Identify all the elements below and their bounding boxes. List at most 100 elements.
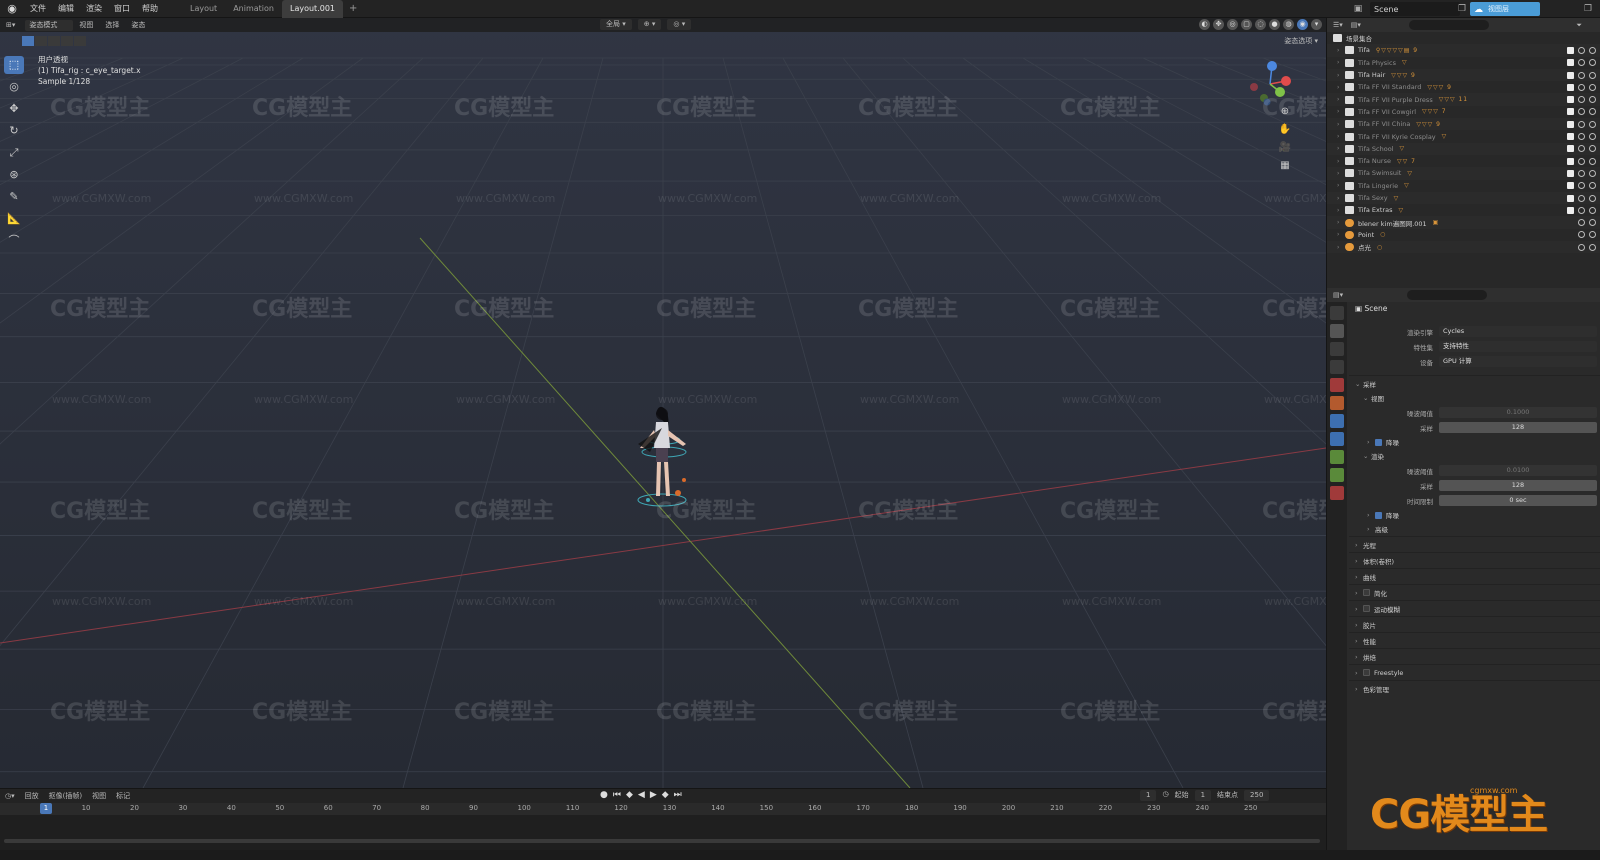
- measure-tool-icon[interactable]: 📐: [4, 210, 24, 228]
- section-collapsed[interactable]: › 色彩管理: [1349, 680, 1600, 696]
- render-camera-icon[interactable]: [1589, 96, 1596, 104]
- render-camera-icon[interactable]: [1589, 219, 1596, 227]
- section-collapsed[interactable]: › Freestyle: [1349, 664, 1600, 680]
- current-frame-field[interactable]: 1: [1140, 790, 1157, 801]
- exclude-checkbox[interactable]: [1567, 206, 1574, 214]
- scene-tab-icon[interactable]: [1330, 378, 1344, 392]
- eye-icon[interactable]: [1578, 71, 1585, 79]
- exclude-checkbox[interactable]: [1567, 194, 1574, 202]
- annotate-tool-icon[interactable]: ✎: [4, 188, 24, 206]
- menu-keying[interactable]: 抠像(插帧): [44, 791, 87, 801]
- play-icon[interactable]: ▶: [650, 790, 657, 800]
- expand-arrow-icon[interactable]: ›: [1337, 84, 1345, 91]
- render-engine-dropdown[interactable]: Cycles: [1439, 326, 1597, 337]
- eye-icon[interactable]: [1578, 169, 1585, 177]
- camera-view-icon[interactable]: 🎥: [1278, 142, 1292, 160]
- outliner-item[interactable]: › blener kim遍图网.001 ▣: [1327, 216, 1600, 229]
- eye-icon[interactable]: [1578, 219, 1585, 227]
- section-checkbox[interactable]: [1363, 589, 1370, 596]
- expand-arrow-icon[interactable]: ›: [1337, 121, 1345, 128]
- eye-icon[interactable]: [1578, 145, 1585, 153]
- section-collapsed[interactable]: › 性能: [1349, 632, 1600, 648]
- outliner-editor-type-icon[interactable]: ☰▾: [1333, 21, 1343, 29]
- select-extend-icon[interactable]: [35, 36, 47, 46]
- timeline-body[interactable]: [0, 815, 1326, 851]
- section-sampling[interactable]: ⌄ 采样: [1349, 375, 1600, 391]
- section-checkbox[interactable]: [1363, 669, 1370, 676]
- section-collapsed[interactable]: › 体积(卷积): [1349, 552, 1600, 568]
- render-samples-field[interactable]: 128: [1439, 480, 1597, 491]
- expand-arrow-icon[interactable]: ›: [1337, 158, 1345, 165]
- scale-tool-icon[interactable]: ⤢: [4, 144, 24, 162]
- select-box-tool-icon[interactable]: ⬚: [4, 56, 24, 74]
- add-workspace-button[interactable]: +: [343, 3, 363, 14]
- bone-roll-tool-icon[interactable]: ⌒: [4, 232, 24, 250]
- timeline-scrollbar[interactable]: [4, 839, 1320, 843]
- view-layer-selector[interactable]: ☁ 视图层: [1470, 2, 1540, 16]
- render-camera-icon[interactable]: [1589, 145, 1596, 153]
- eye-icon[interactable]: [1578, 243, 1585, 251]
- outliner-item[interactable]: › Tifa Nurse ▽▽ 7: [1327, 155, 1600, 167]
- render-camera-icon[interactable]: [1589, 133, 1596, 141]
- tab-layout[interactable]: Layout: [182, 0, 225, 18]
- proportional-dropdown[interactable]: ◎ ▾: [667, 19, 692, 30]
- display-mode-icon[interactable]: ▤▾: [1351, 21, 1361, 29]
- expand-arrow-icon[interactable]: ›: [1337, 231, 1345, 238]
- ortho-grid-icon[interactable]: ▦: [1278, 160, 1292, 178]
- viewport-denoise-toggle[interactable]: › 降噪: [1349, 435, 1600, 449]
- expand-arrow-icon[interactable]: ›: [1337, 207, 1345, 214]
- feature-set-dropdown[interactable]: 支持特性: [1439, 341, 1597, 352]
- exclude-checkbox[interactable]: [1567, 83, 1574, 91]
- section-checkbox[interactable]: [1363, 605, 1370, 612]
- expand-arrow-icon[interactable]: ›: [1337, 108, 1345, 115]
- texture-tab-icon[interactable]: [1330, 486, 1344, 500]
- menu-pose[interactable]: 姿态: [125, 20, 151, 30]
- timeline-editor-type-icon[interactable]: ◷▾: [0, 792, 20, 800]
- outliner-item[interactable]: › Tifa ⚲▽▽▽▽▤ 9: [1327, 44, 1600, 57]
- render-camera-icon[interactable]: [1589, 157, 1596, 165]
- outliner-root[interactable]: 场景集合: [1327, 32, 1600, 44]
- snap-dropdown[interactable]: ⊕ ▾: [637, 19, 662, 30]
- output-tab-icon[interactable]: [1330, 342, 1344, 356]
- exclude-checkbox[interactable]: [1567, 157, 1574, 165]
- world-tab-icon[interactable]: [1330, 396, 1344, 410]
- exclude-checkbox[interactable]: [1567, 120, 1574, 128]
- cursor-tool-icon[interactable]: ◎: [4, 78, 24, 96]
- exclude-checkbox[interactable]: [1567, 59, 1574, 67]
- render-noise-field[interactable]: 0.0100: [1439, 465, 1597, 476]
- eye-icon[interactable]: [1578, 59, 1585, 67]
- shading-wireframe-icon[interactable]: ◌: [1255, 19, 1266, 30]
- properties-editor-type-icon[interactable]: ▤▾: [1333, 291, 1343, 299]
- object-tab-icon[interactable]: [1330, 432, 1344, 446]
- viewport-samples-field[interactable]: 128: [1439, 422, 1597, 433]
- outliner-item[interactable]: › Tifa Sexy ▽: [1327, 191, 1600, 205]
- expand-arrow-icon[interactable]: ›: [1337, 72, 1345, 79]
- outliner-item[interactable]: › Tifa Lingerie ▽: [1327, 180, 1600, 192]
- clock-icon[interactable]: ◷: [1162, 790, 1168, 801]
- scene-new-icon[interactable]: ❐: [1456, 3, 1468, 15]
- prev-keyframe-icon[interactable]: ◆: [626, 790, 633, 800]
- exclude-checkbox[interactable]: [1567, 96, 1574, 104]
- pose-options[interactable]: 姿态选项 ▾: [1284, 36, 1318, 46]
- section-collapsed[interactable]: › 烘焙: [1349, 648, 1600, 664]
- eye-icon[interactable]: [1578, 83, 1585, 91]
- render-tab-icon[interactable]: [1330, 324, 1344, 338]
- exclude-checkbox[interactable]: [1567, 169, 1574, 177]
- section-collapsed[interactable]: › 曲线: [1349, 568, 1600, 584]
- render-camera-icon[interactable]: [1589, 108, 1596, 116]
- playhead[interactable]: 1: [40, 803, 52, 814]
- timeline-ruler[interactable]: 10 20 30 40 50 60 70 80 90 100 110 120 130 140 150 160 1…: [0, 803, 1326, 815]
- menu-select[interactable]: 选择: [99, 20, 125, 30]
- blender-logo-icon[interactable]: ◉: [4, 1, 20, 17]
- expand-arrow-icon[interactable]: ›: [1337, 244, 1345, 251]
- checkbox-checked-icon[interactable]: [1375, 438, 1382, 446]
- play-reverse-icon[interactable]: ◀: [638, 790, 645, 800]
- render-camera-icon[interactable]: [1589, 194, 1596, 202]
- xray-toggle-icon[interactable]: ▢: [1241, 19, 1252, 30]
- constraint-tab-icon[interactable]: [1330, 450, 1344, 464]
- outliner-item[interactable]: › Tifa Hair ▽▽▽ 9: [1327, 68, 1600, 82]
- exclude-checkbox[interactable]: [1567, 71, 1574, 79]
- expand-arrow-icon[interactable]: ›: [1337, 182, 1345, 189]
- eye-icon[interactable]: [1578, 206, 1585, 214]
- tab-animation[interactable]: Animation: [225, 0, 282, 18]
